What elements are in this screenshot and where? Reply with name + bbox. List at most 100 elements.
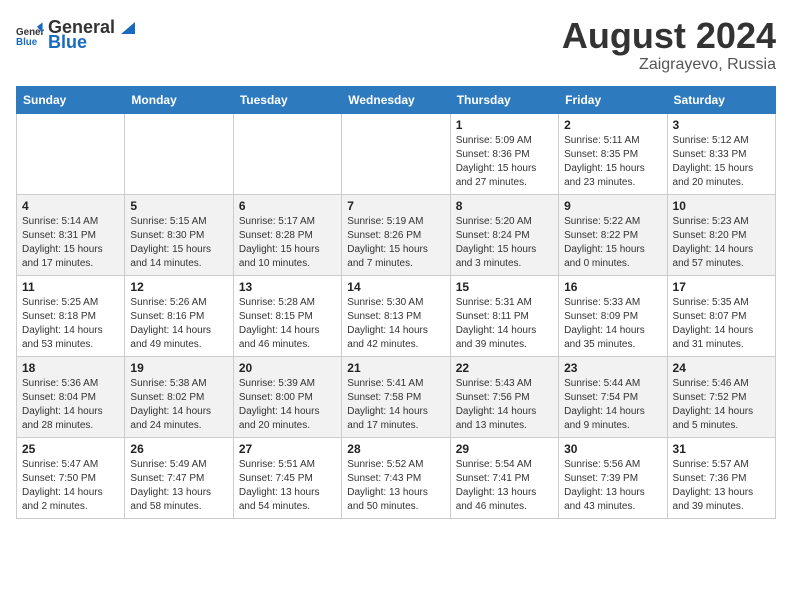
day-info: Sunrise: 5:54 AMSunset: 7:41 PMDaylight:… <box>456 458 553 514</box>
logo-icon: General Blue <box>16 21 44 49</box>
day-info: Sunrise: 5:57 AMSunset: 7:36 PMDaylight:… <box>673 458 770 514</box>
day-cell: 2 Sunrise: 5:11 AMSunset: 8:35 PMDaylight… <box>559 113 667 194</box>
col-header-monday: Monday <box>125 86 233 113</box>
col-header-thursday: Thursday <box>450 86 558 113</box>
day-number: 29 <box>456 442 553 456</box>
day-cell: 26 Sunrise: 5:49 AMSunset: 7:47 PMDayligh… <box>125 437 233 518</box>
day-cell: 25 Sunrise: 5:47 AMSunset: 7:50 PMDayligh… <box>17 437 125 518</box>
day-info: Sunrise: 5:46 AMSunset: 7:52 PMDaylight:… <box>673 377 770 433</box>
day-cell: 24 Sunrise: 5:46 AMSunset: 7:52 PMDayligh… <box>667 356 775 437</box>
day-number: 19 <box>130 361 227 375</box>
day-number: 11 <box>22 280 119 294</box>
day-info: Sunrise: 5:38 AMSunset: 8:02 PMDaylight:… <box>130 377 227 433</box>
day-number: 9 <box>564 199 661 213</box>
day-cell <box>17 113 125 194</box>
day-cell: 11 Sunrise: 5:25 AMSunset: 8:18 PMDayligh… <box>17 275 125 356</box>
day-number: 31 <box>673 442 770 456</box>
day-info: Sunrise: 5:11 AMSunset: 8:35 PMDaylight:… <box>564 134 661 190</box>
day-cell: 29 Sunrise: 5:54 AMSunset: 7:41 PMDayligh… <box>450 437 558 518</box>
svg-text:Blue: Blue <box>16 36 38 47</box>
day-number: 30 <box>564 442 661 456</box>
day-cell: 6Sunrise: 5:17 AMSunset: 8:28 PMDaylight… <box>233 194 341 275</box>
week-row-2: 4Sunrise: 5:14 AMSunset: 8:31 PMDaylight… <box>17 194 776 275</box>
day-info: Sunrise: 5:17 AMSunset: 8:28 PMDaylight:… <box>239 215 336 271</box>
day-cell: 19 Sunrise: 5:38 AMSunset: 8:02 PMDayligh… <box>125 356 233 437</box>
day-number: 7 <box>347 199 444 213</box>
week-row-4: 18 Sunrise: 5:36 AMSunset: 8:04 PMDayligh… <box>17 356 776 437</box>
day-cell <box>233 113 341 194</box>
day-number: 22 <box>456 361 553 375</box>
day-info: Sunrise: 5:26 AMSunset: 8:16 PMDaylight:… <box>130 296 227 352</box>
day-cell: 21Sunrise: 5:41 AMSunset: 7:58 PMDayligh… <box>342 356 450 437</box>
day-cell: 3Sunrise: 5:12 AMSunset: 8:33 PMDaylight… <box>667 113 775 194</box>
day-info: Sunrise: 5:33 AMSunset: 8:09 PMDaylight:… <box>564 296 661 352</box>
title-block: August 2024 Zaigrayevo, Russia <box>562 16 776 74</box>
day-number: 25 <box>22 442 119 456</box>
day-number: 5 <box>130 199 227 213</box>
day-cell: 1Sunrise: 5:09 AMSunset: 8:36 PMDaylight… <box>450 113 558 194</box>
day-cell: 9 Sunrise: 5:22 AMSunset: 8:22 PMDaylight… <box>559 194 667 275</box>
day-number: 15 <box>456 280 553 294</box>
day-cell: 4Sunrise: 5:14 AMSunset: 8:31 PMDaylight… <box>17 194 125 275</box>
day-info: Sunrise: 5:22 AMSunset: 8:22 PMDaylight:… <box>564 215 661 271</box>
day-number: 20 <box>239 361 336 375</box>
day-number: 27 <box>239 442 336 456</box>
col-header-friday: Friday <box>559 86 667 113</box>
day-info: Sunrise: 5:43 AMSunset: 7:56 PMDaylight:… <box>456 377 553 433</box>
col-header-sunday: Sunday <box>17 86 125 113</box>
day-info: Sunrise: 5:47 AMSunset: 7:50 PMDaylight:… <box>22 458 119 514</box>
week-row-3: 11 Sunrise: 5:25 AMSunset: 8:18 PMDayligh… <box>17 275 776 356</box>
day-cell: 14 Sunrise: 5:30 AMSunset: 8:13 PMDayligh… <box>342 275 450 356</box>
day-number: 8 <box>456 199 553 213</box>
day-info: Sunrise: 5:52 AMSunset: 7:43 PMDaylight:… <box>347 458 444 514</box>
day-info: Sunrise: 5:30 AMSunset: 8:13 PMDaylight:… <box>347 296 444 352</box>
day-cell: 22 Sunrise: 5:43 AMSunset: 7:56 PMDayligh… <box>450 356 558 437</box>
day-number: 16 <box>564 280 661 294</box>
day-cell: 10 Sunrise: 5:23 AMSunset: 8:20 PMDayligh… <box>667 194 775 275</box>
day-number: 24 <box>673 361 770 375</box>
day-info: Sunrise: 5:25 AMSunset: 8:18 PMDaylight:… <box>22 296 119 352</box>
day-info: Sunrise: 5:49 AMSunset: 7:47 PMDaylight:… <box>130 458 227 514</box>
calendar-header-row: SundayMondayTuesdayWednesdayThursdayFrid… <box>17 86 776 113</box>
col-header-tuesday: Tuesday <box>233 86 341 113</box>
day-info: Sunrise: 5:23 AMSunset: 8:20 PMDaylight:… <box>673 215 770 271</box>
day-cell: 16 Sunrise: 5:33 AMSunset: 8:09 PMDayligh… <box>559 275 667 356</box>
col-header-wednesday: Wednesday <box>342 86 450 113</box>
day-number: 21 <box>347 361 444 375</box>
col-header-saturday: Saturday <box>667 86 775 113</box>
day-info: Sunrise: 5:19 AMSunset: 8:26 PMDaylight:… <box>347 215 444 271</box>
day-info: Sunrise: 5:15 AMSunset: 8:30 PMDaylight:… <box>130 215 227 271</box>
day-cell: 30 Sunrise: 5:56 AMSunset: 7:39 PMDayligh… <box>559 437 667 518</box>
day-number: 13 <box>239 280 336 294</box>
day-number: 10 <box>673 199 770 213</box>
week-row-1: 1Sunrise: 5:09 AMSunset: 8:36 PMDaylight… <box>17 113 776 194</box>
week-row-5: 25 Sunrise: 5:47 AMSunset: 7:50 PMDayligh… <box>17 437 776 518</box>
day-number: 18 <box>22 361 119 375</box>
day-info: Sunrise: 5:28 AMSunset: 8:15 PMDaylight:… <box>239 296 336 352</box>
day-number: 17 <box>673 280 770 294</box>
day-cell: 20 Sunrise: 5:39 AMSunset: 8:00 PMDayligh… <box>233 356 341 437</box>
day-info: Sunrise: 5:39 AMSunset: 8:00 PMDaylight:… <box>239 377 336 433</box>
day-info: Sunrise: 5:56 AMSunset: 7:39 PMDaylight:… <box>564 458 661 514</box>
day-cell: 18 Sunrise: 5:36 AMSunset: 8:04 PMDayligh… <box>17 356 125 437</box>
day-number: 12 <box>130 280 227 294</box>
day-number: 4 <box>22 199 119 213</box>
day-info: Sunrise: 5:36 AMSunset: 8:04 PMDaylight:… <box>22 377 119 433</box>
month-year-title: August 2024 <box>562 16 776 56</box>
day-number: 1 <box>456 118 553 132</box>
day-info: Sunrise: 5:31 AMSunset: 8:11 PMDaylight:… <box>456 296 553 352</box>
calendar-table: SundayMondayTuesdayWednesdayThursdayFrid… <box>16 86 776 519</box>
day-cell: 8 Sunrise: 5:20 AMSunset: 8:24 PMDaylight… <box>450 194 558 275</box>
day-cell: 17Sunrise: 5:35 AMSunset: 8:07 PMDayligh… <box>667 275 775 356</box>
day-info: Sunrise: 5:20 AMSunset: 8:24 PMDaylight:… <box>456 215 553 271</box>
day-cell: 27Sunrise: 5:51 AMSunset: 7:45 PMDayligh… <box>233 437 341 518</box>
day-cell <box>342 113 450 194</box>
day-cell: 7 Sunrise: 5:19 AMSunset: 8:26 PMDaylight… <box>342 194 450 275</box>
day-cell: 12 Sunrise: 5:26 AMSunset: 8:16 PMDayligh… <box>125 275 233 356</box>
day-number: 2 <box>564 118 661 132</box>
day-info: Sunrise: 5:44 AMSunset: 7:54 PMDaylight:… <box>564 377 661 433</box>
day-cell: 13 Sunrise: 5:28 AMSunset: 8:15 PMDayligh… <box>233 275 341 356</box>
day-cell: 28Sunrise: 5:52 AMSunset: 7:43 PMDayligh… <box>342 437 450 518</box>
day-number: 14 <box>347 280 444 294</box>
day-number: 26 <box>130 442 227 456</box>
